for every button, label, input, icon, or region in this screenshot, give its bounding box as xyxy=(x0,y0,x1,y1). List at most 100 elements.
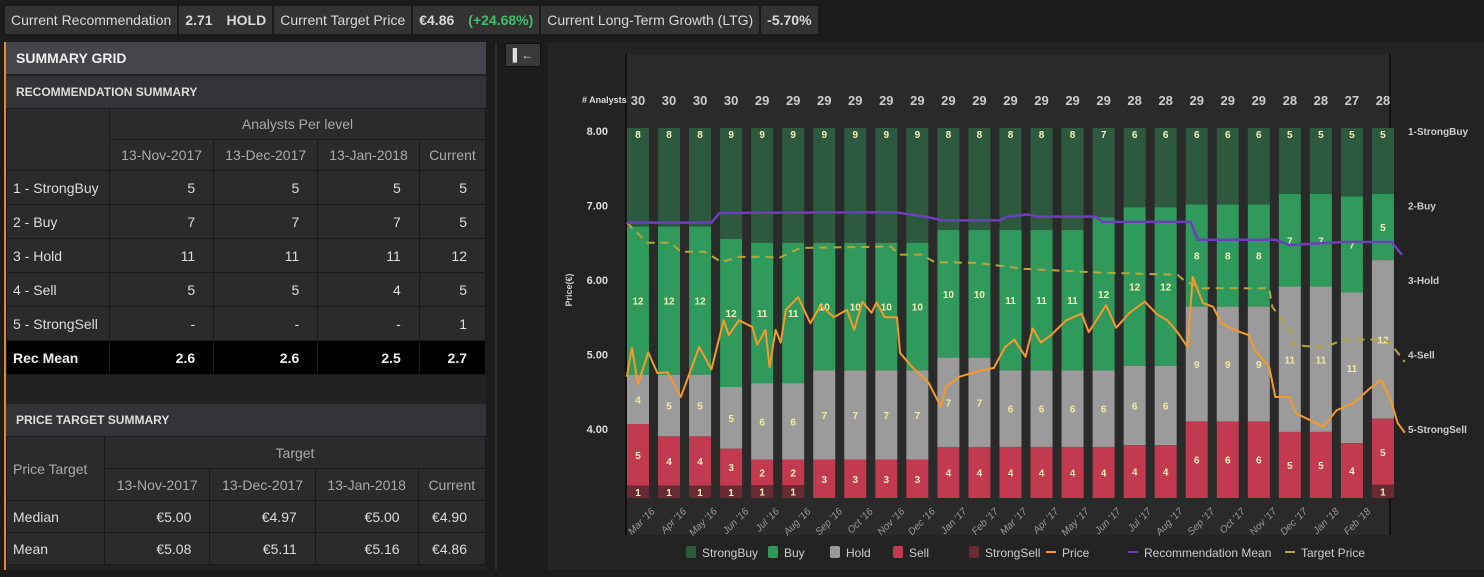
bar-label: 2 xyxy=(790,468,796,479)
table-row: 4 - Sell 5 5 4 5 xyxy=(6,272,487,307)
cell-value: 5 xyxy=(213,272,319,307)
analyst-count: 29 xyxy=(910,93,924,108)
bar-strongbuy xyxy=(689,128,712,227)
y-tick-label: 6.00 xyxy=(587,275,608,287)
right-axis-label: 4-Sell xyxy=(1408,351,1435,362)
cell-value: 11 xyxy=(317,238,420,273)
current-target-price-label: Current Target Price xyxy=(273,5,413,35)
bar-strongbuy xyxy=(658,128,681,227)
cell-value: 7 xyxy=(108,204,215,239)
legend-label: Hold xyxy=(846,546,871,560)
bar-strongbuy xyxy=(1092,128,1115,218)
bar-label: 9 xyxy=(915,130,921,141)
bar-label: 8 xyxy=(1256,252,1262,263)
bar-label: 6 xyxy=(1225,456,1231,467)
bar-label: 10 xyxy=(943,290,955,301)
bar-label: 8 xyxy=(946,130,952,141)
bar-label: 7 xyxy=(915,411,921,422)
bar-label: 5 xyxy=(635,451,641,462)
bar-label: 5 xyxy=(666,402,672,413)
legend-swatch-strongbuy xyxy=(686,546,696,558)
bar-strongbuy xyxy=(720,128,743,239)
bar-label: 5 xyxy=(1349,130,1355,141)
row-label: 3 - Hold xyxy=(6,238,110,273)
bar-label: 11 xyxy=(757,309,768,320)
bar-label: 5 xyxy=(1318,461,1324,472)
bar-label: 9 xyxy=(759,130,765,141)
bar-label: 5 xyxy=(1287,130,1293,141)
cell-value: €5.11 xyxy=(209,532,316,565)
column-header: Current xyxy=(417,468,487,501)
bar-label: 10 xyxy=(974,290,986,301)
bar-label: 4 xyxy=(1349,467,1355,478)
legend-swatch-hold xyxy=(830,546,840,558)
cell-value: 1 xyxy=(418,306,487,341)
cell-value: 5 xyxy=(317,170,420,205)
header-row: Analysts Per level xyxy=(6,108,486,171)
analyst-count: 28 xyxy=(1127,93,1141,108)
corner-cell xyxy=(6,108,110,171)
legend-line-recmean xyxy=(1128,551,1138,553)
row-label: Rec Mean xyxy=(6,340,110,375)
bar-label: 4 xyxy=(1039,468,1045,479)
analyst-count: 30 xyxy=(631,93,645,108)
bar-label: 8 xyxy=(1008,130,1014,141)
column-header: 13-Jan-2018 xyxy=(314,468,419,501)
price-target-summary-table: Price Target Target 13-Nov-2017 13-Dec-2017… xyxy=(6,436,487,565)
bar-label: 9 xyxy=(852,130,858,141)
panel-divider[interactable] xyxy=(495,42,497,570)
bar-label: 8 xyxy=(1070,130,1076,141)
cell-value: 2.6 xyxy=(213,340,319,375)
legend-line-price xyxy=(1046,551,1056,553)
cell-value: 7 xyxy=(213,204,319,239)
bar-label: 10 xyxy=(912,303,924,314)
bar-label: 5 xyxy=(1380,130,1386,141)
cell-value: 2.6 xyxy=(108,340,215,375)
table-row: 1 - StrongBuy 5 5 5 5 xyxy=(6,170,487,205)
analyst-count: 29 xyxy=(972,93,986,108)
analyst-count: 27 xyxy=(1345,93,1359,108)
analyst-count: 29 xyxy=(1189,93,1203,108)
bar-label: 3 xyxy=(821,475,827,486)
cell-value: 5 xyxy=(108,170,215,205)
bar-label: 8 xyxy=(977,130,983,141)
bar-strongbuy xyxy=(627,128,649,227)
bar-label: 4 xyxy=(1008,468,1014,479)
right-axis-label: 3-Hold xyxy=(1408,276,1439,287)
bar-label: 9 xyxy=(884,130,890,141)
bar-label: 1 xyxy=(1380,487,1386,498)
bar-label: 2 xyxy=(759,468,765,479)
analyst-count: 28 xyxy=(1376,93,1390,108)
bar-label: 5 xyxy=(1380,448,1386,459)
bar-strongbuy xyxy=(751,128,774,243)
bar-label: 4 xyxy=(1163,468,1169,479)
current-target-price-value: €4.86 (+24.68%) xyxy=(412,5,541,35)
rec-text: HOLD xyxy=(226,12,267,28)
bar-strongbuy xyxy=(968,128,991,231)
column-header: 13-Nov-2017 xyxy=(108,139,215,171)
bar-label: 9 xyxy=(790,130,796,141)
analyst-count: 29 xyxy=(879,93,893,108)
bar-label: 6 xyxy=(1132,130,1138,141)
legend-label: StrongBuy xyxy=(702,546,758,560)
bar-label: 6 xyxy=(1194,456,1200,467)
bar-label: 4 xyxy=(1070,468,1076,479)
bar-label: 11 xyxy=(788,309,799,320)
bar-label: 6 xyxy=(1225,130,1231,141)
cell-value: €5.08 xyxy=(103,532,211,565)
analyst-count: 29 xyxy=(755,93,769,108)
analyst-count: 30 xyxy=(724,93,738,108)
bar-label: 11 xyxy=(1067,296,1078,307)
bar-label: 6 xyxy=(1194,130,1200,141)
legend-label: Target Price xyxy=(1301,546,1365,560)
analyst-count: 29 xyxy=(1003,93,1017,108)
column-header: 13-Dec-2017 xyxy=(209,468,316,501)
y-tick-label: 4.00 xyxy=(587,424,608,436)
bar-label: 6 xyxy=(1039,405,1045,416)
collapse-panel-button[interactable]: ▌← xyxy=(505,43,541,67)
price-target-summary-title: PRICE TARGET SUMMARY xyxy=(6,404,486,436)
bar-label: 9 xyxy=(1225,360,1231,371)
bar-label: 6 xyxy=(1132,402,1138,413)
legend-line-target xyxy=(1285,551,1295,553)
cell-value: €4.97 xyxy=(209,500,316,533)
